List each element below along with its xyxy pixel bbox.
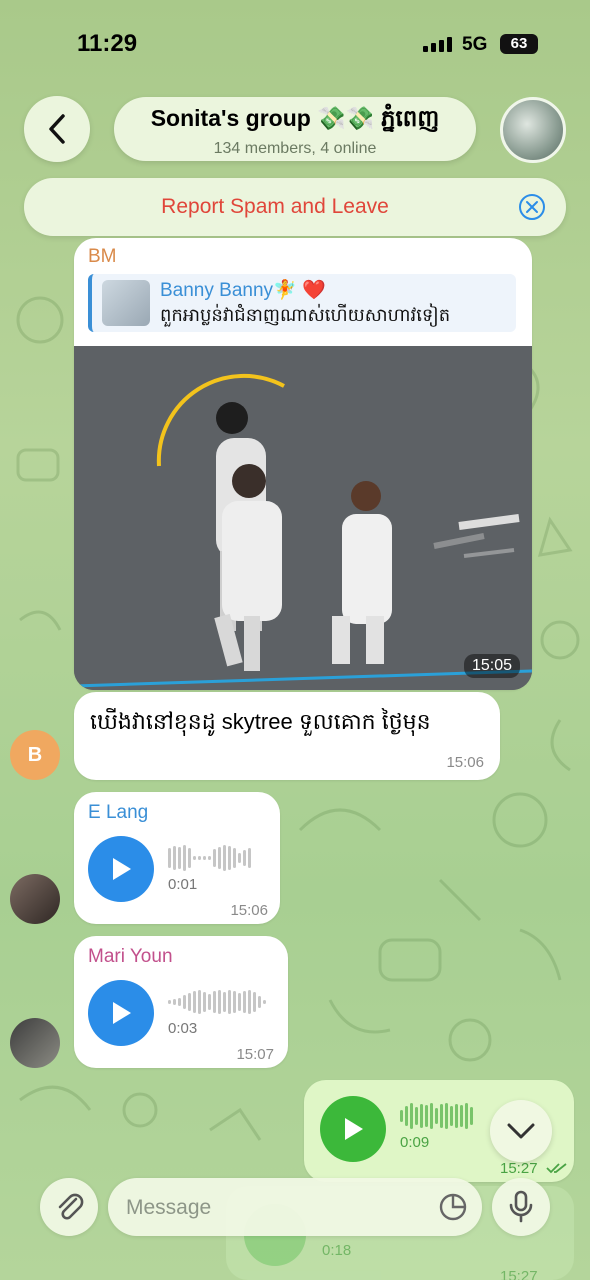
close-icon[interactable] <box>518 193 546 221</box>
reply-text: ពួកអាប្លន់វាជំនាញណាស់ហើយសាហាវទៀត <box>160 305 451 325</box>
group-avatar[interactable] <box>500 97 566 163</box>
play-button[interactable] <box>88 980 154 1046</box>
signal-icon <box>423 36 452 52</box>
back-button[interactable] <box>24 96 90 162</box>
photo-timestamp: 15:05 <box>463 654 520 678</box>
network-type: 5G <box>462 34 488 55</box>
sender-name: Mari Youn <box>88 946 173 967</box>
play-icon <box>113 1002 131 1024</box>
report-spam-bar: Report Spam and Leave <box>24 178 566 236</box>
play-button[interactable] <box>320 1096 386 1162</box>
message-text: ឃើងវានៅខុនដូ skytree ទួលគោក ថ្ងៃមុន <box>90 709 431 734</box>
message-time: 15:06 <box>446 754 484 771</box>
reply-preview[interactable]: Banny Banny🧚 ❤️ ពួកអាប្លន់វាជំនាញណាស់ហើយ… <box>88 274 516 332</box>
paperclip-icon <box>58 1193 84 1220</box>
waveform[interactable] <box>168 844 251 872</box>
microphone-icon <box>509 1190 533 1223</box>
group-title: Sonita's group 💸💸 ភ្នំពេញ <box>150 105 440 131</box>
play-button[interactable] <box>88 836 154 902</box>
play-icon <box>113 858 131 880</box>
chevron-down-icon <box>507 1123 535 1139</box>
waveform[interactable] <box>168 988 266 1016</box>
avatar[interactable]: B <box>10 730 60 780</box>
reply-thumbnail <box>102 280 150 326</box>
sticker-icon[interactable] <box>438 1192 468 1222</box>
photo-image <box>74 346 532 690</box>
sender-name: BM <box>88 246 117 267</box>
attach-button[interactable] <box>40 1178 98 1236</box>
message-bubble[interactable]: BM Banny Banny🧚 ❤️ ពួកអាប្លន់វាជំនាញណាស់… <box>74 238 532 690</box>
voice-duration: 0:03 <box>168 1020 198 1037</box>
message-placeholder: Message <box>126 1196 212 1219</box>
message-input[interactable]: Message <box>108 1178 482 1236</box>
waveform[interactable] <box>400 1102 473 1130</box>
avatar[interactable] <box>10 1018 60 1068</box>
avatar[interactable] <box>10 874 60 924</box>
voice-duration: 0:09 <box>400 1134 430 1151</box>
chat-header[interactable]: Sonita's group 💸💸 ភ្នំពេញ 134 members, 4… <box>114 97 476 161</box>
chevron-left-icon <box>49 114 65 144</box>
avatar-letter: B <box>27 744 43 766</box>
play-icon <box>345 1118 363 1140</box>
voice-message-bubble[interactable]: E Lang 0:01 15:06 <box>74 792 280 924</box>
status-bar: 11:29 5G 63 <box>0 0 590 90</box>
report-spam-button[interactable]: Report Spam and Leave <box>24 195 526 219</box>
status-time: 11:29 <box>77 30 138 57</box>
sender-name: E Lang <box>88 802 149 823</box>
battery-icon: 63 <box>500 34 538 54</box>
message-time: 15:06 <box>230 902 268 919</box>
scroll-down-button[interactable] <box>490 1100 552 1162</box>
message-bubble[interactable]: ឃើងវានៅខុនដូ skytree ទួលគោក ថ្ងៃមុន 15:0… <box>74 692 500 780</box>
voice-message-bubble[interactable]: Mari Youn 0:03 15:07 <box>74 936 288 1068</box>
composer-bar: Message <box>0 1170 590 1280</box>
reply-author: Banny Banny🧚 ❤️ <box>160 280 326 301</box>
message-photo[interactable]: 15:05 <box>74 346 532 690</box>
group-subtitle: 134 members, 4 online <box>213 140 377 157</box>
microphone-button[interactable] <box>492 1178 550 1236</box>
voice-duration: 0:01 <box>168 876 198 893</box>
message-time: 15:07 <box>236 1046 274 1063</box>
